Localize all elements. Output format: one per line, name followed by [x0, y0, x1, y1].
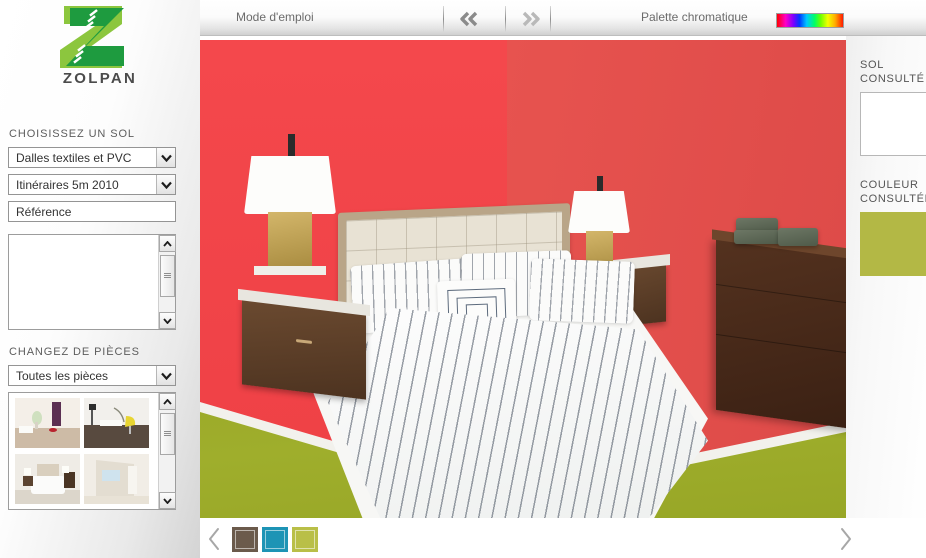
swatch-teal[interactable]: [262, 527, 288, 552]
room-preview-image[interactable]: [200, 40, 846, 522]
nightstand-left: [238, 288, 370, 400]
dresser-seam: [716, 283, 846, 306]
room-thumb-living-purple[interactable]: [15, 398, 80, 448]
top-toolbar: Mode d'emploi Palette chromatique: [200, 0, 926, 36]
prev-room-button[interactable]: [445, 6, 493, 32]
room-thumb-bedroom[interactable]: [15, 454, 80, 504]
lamp-plate: [254, 266, 326, 275]
room-thumbnails-scrollbar[interactable]: [158, 393, 176, 509]
chevron-right-icon: [841, 528, 851, 550]
floor-section-heading: CHOISISSEZ UN SOL: [9, 128, 135, 140]
double-chevron-left-icon: [460, 11, 478, 27]
scrollbar-thumb[interactable]: [159, 255, 175, 297]
reference-input[interactable]: Référence: [9, 205, 71, 219]
grip-icon: [163, 273, 171, 279]
colour-consulted-preview[interactable]: [860, 212, 926, 276]
chevron-left-icon: [209, 528, 219, 550]
room-thumb-empty-hallway[interactable]: [84, 454, 149, 504]
left-sidebar: ZOLPAN CHOISISSEZ UN SOL Dalles textiles…: [0, 0, 200, 558]
storage-box: [778, 228, 818, 246]
help-link[interactable]: Mode d'emploi: [236, 10, 314, 24]
lamp-shade: [244, 156, 336, 214]
rooms-section-heading: CHANGEZ DE PIÈCES: [9, 346, 140, 358]
chevron-down-icon[interactable]: [156, 366, 175, 385]
colour-consulted-label-line1: COULEUR: [860, 179, 919, 191]
bottom-swatch-bar: . . .: [200, 518, 926, 558]
reference-input-wrapper[interactable]: Référence: [8, 201, 176, 222]
chevron-up-icon[interactable]: [158, 235, 176, 252]
rainbow-gradient-swatch-icon[interactable]: [776, 13, 844, 28]
floor-family-select[interactable]: Dalles textiles et PVC: [8, 147, 176, 168]
chevron-down-icon[interactable]: [158, 492, 176, 509]
next-room-button[interactable]: [507, 6, 555, 32]
floor-consulted-preview[interactable]: [860, 92, 926, 156]
floor-collection-select[interactable]: Itinéraires 5m 2010: [8, 174, 176, 195]
chevron-down-icon[interactable]: [156, 175, 175, 194]
brand-name: ZOLPAN: [62, 70, 138, 87]
chevron-up-icon[interactable]: [158, 393, 176, 410]
swatch-brown[interactable]: [232, 527, 258, 552]
floor-results-list[interactable]: [8, 234, 176, 330]
colour-consulted-label-line2: CONSULTÉE: [860, 193, 926, 205]
lamp-base: [268, 212, 312, 268]
room-stage: [200, 36, 926, 558]
pillow: [528, 258, 636, 324]
toolbar-divider: [505, 6, 506, 32]
rooms-select[interactable]: Toutes les pièces: [8, 365, 176, 386]
prev-swatch-page-button[interactable]: [202, 526, 228, 552]
chevron-down-icon[interactable]: [156, 148, 175, 167]
floor-collection-value: Itinéraires 5m 2010: [16, 177, 119, 192]
floor-family-value: Dalles textiles et PVC: [16, 150, 132, 165]
room-thumb-lounge-yellow-chair[interactable]: [84, 398, 149, 448]
brand-logo[interactable]: ZOLPAN: [0, 0, 200, 112]
right-panel: SOL CONSULTÉ COULEUR CONSULTÉE: [846, 36, 926, 558]
footer-hint: . . .: [430, 554, 630, 558]
drawer-knob: [296, 339, 312, 344]
floor-results-scrollbar[interactable]: [158, 235, 176, 329]
zolpan-z-logo-icon: [60, 6, 124, 68]
swatch-olive[interactable]: [292, 527, 318, 552]
dresser-seam: [716, 333, 846, 356]
colour-visualiser-app: ZOLPAN CHOISISSEZ UN SOL Dalles textiles…: [0, 0, 926, 558]
chevron-down-icon[interactable]: [158, 312, 176, 329]
dresser: [712, 229, 846, 431]
rooms-select-value: Toutes les pièces: [16, 368, 109, 383]
room-thumbnail-list[interactable]: [8, 392, 176, 510]
toolbar-divider: [550, 6, 551, 32]
double-chevron-right-icon: [522, 11, 540, 27]
lamp-shade: [568, 191, 630, 233]
toolbar-divider: [443, 6, 444, 32]
palette-link[interactable]: Palette chromatique: [641, 10, 748, 24]
storage-box: [734, 230, 780, 244]
grip-icon: [163, 431, 171, 437]
colour-swatch-row[interactable]: [232, 527, 318, 552]
floor-consulted-label-line2: CONSULTÉ: [860, 73, 925, 85]
floor-consulted-label-line1: SOL: [860, 59, 885, 71]
scrollbar-thumb[interactable]: [159, 413, 175, 455]
next-swatch-page-button[interactable]: [832, 526, 858, 552]
